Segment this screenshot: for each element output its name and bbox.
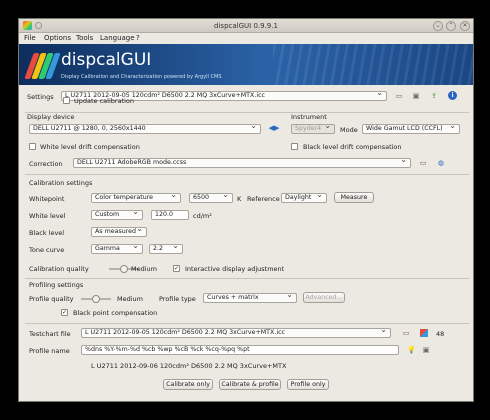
menu-language[interactable]: Language <box>100 34 135 42</box>
window-title: dispcalGUI 0.9.9.1 <box>214 22 278 30</box>
title-bar: dispcalGUI 0.9.9.1 ⌄ ⌃ ✕ <box>19 19 473 33</box>
testchart-folder-icon[interactable]: ▭ <box>402 329 410 337</box>
open-folder-icon[interactable]: ▭ <box>395 92 403 100</box>
profile-type-select[interactable]: Curves + matrix <box>203 293 297 303</box>
advanced-button[interactable]: Advanced... <box>303 292 345 303</box>
menu-help[interactable]: ? <box>136 34 140 42</box>
whitepoint-select[interactable]: Color temperature <box>91 193 181 203</box>
profile-name-save-icon[interactable]: ▣ <box>422 346 430 354</box>
profile-quality-slider[interactable] <box>81 295 111 303</box>
save-icon[interactable]: ▣ <box>412 92 420 100</box>
menu-file[interactable]: File <box>24 34 36 42</box>
profiling-heading: Profiling settings <box>29 281 84 289</box>
mode-label: Mode <box>340 126 358 134</box>
app-window: dispcalGUI 0.9.9.1 ⌄ ⌃ ✕ File Options To… <box>18 18 474 402</box>
dispcal-logo-icon <box>24 50 61 82</box>
black-point-label: Black point compensation <box>73 309 158 317</box>
reference-label: Reference <box>247 195 280 203</box>
display-device-select[interactable]: DELL U2711 @ 1280, 0, 2560x1440 <box>29 124 261 134</box>
identify-display-icon[interactable]: ◀▶ <box>267 124 281 132</box>
calibration-quality-value: Medium <box>131 265 157 273</box>
maximize-icon[interactable]: ⌃ <box>446 21 456 31</box>
banner-title: dispcalGUI <box>61 50 152 70</box>
profile-quality-knob[interactable] <box>92 295 100 303</box>
banner-subtitle: Display Calibration and Characterization… <box>61 74 222 80</box>
black-level-label: Black level <box>29 229 65 237</box>
tone-curve-label: Tone curve <box>29 246 65 254</box>
testchart-label: Testchart file <box>29 330 71 338</box>
color-temperature-select[interactable]: 6500 <box>189 193 233 203</box>
white-level-unit: cd/m² <box>193 212 212 220</box>
info-icon[interactable]: i <box>448 91 457 100</box>
black-drift-checkbox[interactable] <box>291 143 298 150</box>
white-level-input[interactable]: 120.0 <box>151 210 189 220</box>
profile-name-label: Profile name <box>29 347 70 355</box>
instrument-mode-select[interactable]: Wide Gamut LCD (CCFL) <box>362 124 460 134</box>
tone-curve-select[interactable]: Gamma <box>91 244 143 254</box>
profile-name-info-icon[interactable]: 💡 <box>407 346 416 354</box>
correction-web-icon[interactable]: ◍ <box>437 159 445 167</box>
calibrate-profile-button[interactable]: Calibrate & profile <box>219 379 281 390</box>
calibration-quality-label: Calibration quality <box>29 265 89 273</box>
black-level-select[interactable]: As measured <box>91 227 147 237</box>
white-level-label: White level <box>29 212 66 220</box>
correction-folder-icon[interactable]: ▭ <box>419 159 427 167</box>
settings-label: Settings <box>27 93 54 101</box>
export-icon[interactable]: ⇪ <box>430 92 438 100</box>
black-point-checkbox[interactable]: ✓ <box>61 309 68 316</box>
profile-type-label: Profile type <box>159 295 196 303</box>
patch-count: 48 <box>436 330 445 338</box>
testchart-editor-icon[interactable] <box>420 329 428 337</box>
testchart-select[interactable]: L U2711 2012-09-05 120cdm² D6500 2.2 MQ … <box>81 328 391 338</box>
white-level-select[interactable]: Custom <box>91 210 143 220</box>
profile-name-input[interactable]: %dns %Y-%m-%d %cb %wp %cB %ck %cq-%pq %p… <box>81 345 399 355</box>
instrument-select[interactable]: Spyder4 <box>291 124 335 134</box>
profile-quality-value: Medium <box>117 295 143 303</box>
interactive-adjustment-label: Interactive display adjustment <box>185 265 285 273</box>
correction-label: Correction <box>29 160 63 168</box>
update-calibration-checkbox[interactable] <box>63 97 70 104</box>
white-drift-checkbox[interactable] <box>29 143 36 150</box>
minimize-icon[interactable]: ⌄ <box>433 21 443 31</box>
measure-button[interactable]: Measure <box>334 192 374 203</box>
calibrate-only-button[interactable]: Calibrate only <box>163 379 213 390</box>
display-device-heading: Display device <box>27 113 75 121</box>
white-drift-label: White level drift compensation <box>40 143 140 151</box>
calibration-quality-knob[interactable] <box>120 265 128 273</box>
menu-tools[interactable]: Tools <box>76 34 93 42</box>
menu-options[interactable]: Options <box>44 34 71 42</box>
profile-name-preview: L U2711 2012-09-06 120cdm² D6500 2.2 MQ … <box>91 362 287 370</box>
calibration-heading: Calibration settings <box>29 179 93 187</box>
close-icon[interactable]: ✕ <box>460 21 470 31</box>
reference-select[interactable]: Daylight <box>281 193 327 203</box>
profile-quality-label: Profile quality <box>29 295 74 303</box>
whitepoint-label: Whitepoint <box>29 195 65 203</box>
profile-only-button[interactable]: Profile only <box>287 379 329 390</box>
instrument-heading: Instrument <box>291 113 327 121</box>
update-calibration-label: Update calibration <box>74 97 135 105</box>
interactive-adjustment-checkbox[interactable]: ✓ <box>173 265 180 272</box>
kelvin-label: K <box>237 195 242 203</box>
black-drift-label: Black level drift compensation <box>303 143 402 151</box>
gamma-select[interactable]: 2.2 <box>149 244 183 254</box>
menu-bar: File Options Tools Language ? <box>19 33 473 44</box>
correction-select[interactable]: DELL U2711 AdobeRGB mode.ccss <box>73 158 411 168</box>
header-banner: dispcalGUI Display Calibration and Chara… <box>19 44 473 85</box>
